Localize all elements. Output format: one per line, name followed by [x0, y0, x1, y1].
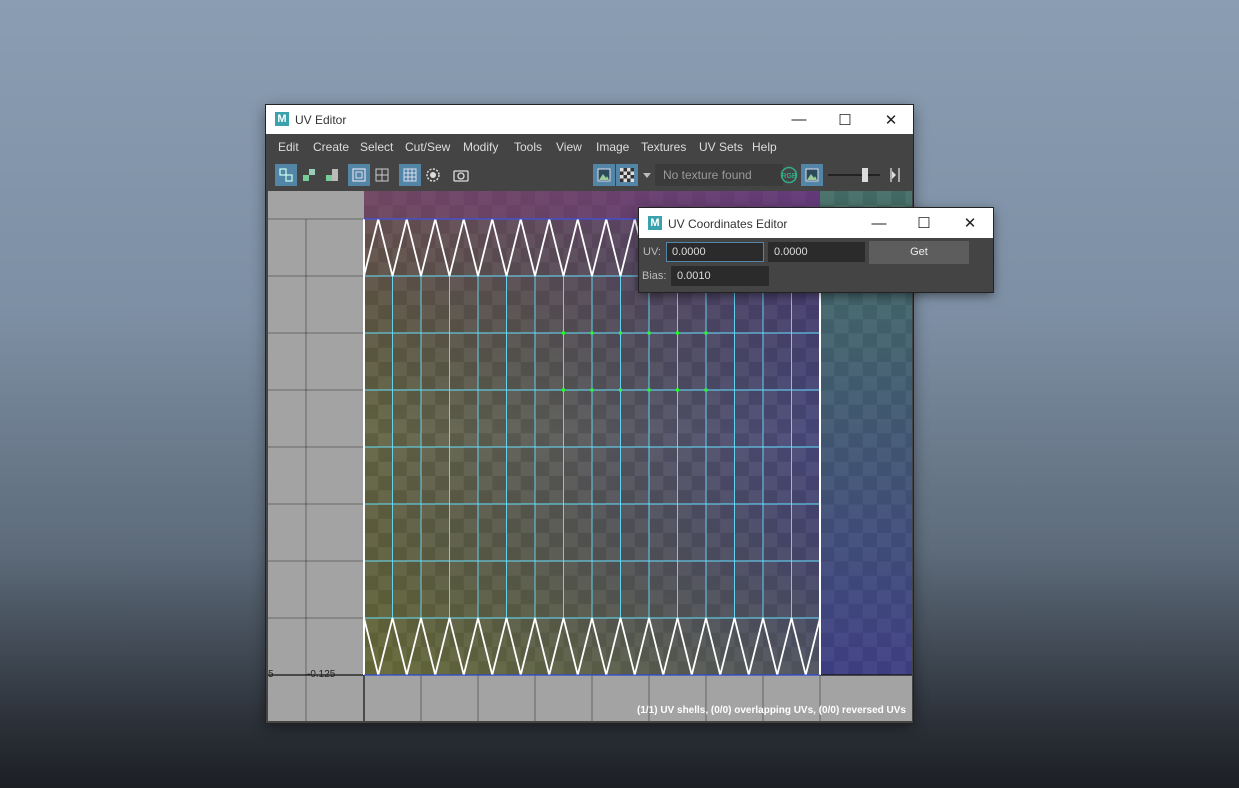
selected-uv-point	[590, 331, 594, 335]
minimize-icon[interactable]: —	[856, 208, 902, 238]
menu-modify[interactable]: Modify	[463, 140, 498, 154]
uv-shell-icon[interactable]	[275, 164, 297, 186]
tool-bar: No texture found RGB	[266, 159, 913, 191]
menu-help[interactable]: Help	[752, 140, 777, 154]
selected-uv-point	[590, 388, 594, 392]
status-text: (1/1) UV shells, (0/0) overlapping UVs, …	[637, 705, 906, 716]
selected-uv-point	[647, 388, 651, 392]
minimize-icon[interactable]: —	[776, 105, 822, 134]
uv-coordinates-dialog: M UV Coordinates Editor — ☐ ✕ UV: 0.0000…	[639, 208, 993, 292]
dialog-title-bar: M UV Coordinates Editor — ☐ ✕	[639, 208, 993, 238]
menu-view[interactable]: View	[556, 140, 582, 154]
texture-dropdown[interactable]: No texture found	[655, 164, 783, 186]
expand-toolbar-icon[interactable]	[885, 164, 903, 186]
dialog-title: UV Coordinates Editor	[668, 217, 788, 231]
selected-uv-point	[704, 388, 708, 392]
image-view-icon[interactable]	[801, 164, 823, 186]
selected-uv-point	[619, 331, 622, 335]
uv-editor-window: M UV Editor — ☐ ✕ Edit Create Select Cut…	[266, 105, 913, 723]
axis-label-left: 5	[268, 669, 274, 680]
rgb-channels-icon[interactable]: RGB	[778, 164, 800, 186]
menu-textures[interactable]: Textures	[641, 140, 686, 154]
uv-label: UV:	[643, 246, 661, 258]
grid-split-icon[interactable]	[371, 164, 393, 186]
selected-uv-point	[562, 388, 565, 392]
bias-field[interactable]: 0.0010	[671, 266, 769, 286]
menu-tools[interactable]: Tools	[514, 140, 542, 154]
grid-display-icon[interactable]	[399, 164, 421, 186]
v-value-field[interactable]: 0.0000	[768, 242, 865, 262]
axis-label-right: -0.125	[307, 669, 336, 680]
snapshot-camera-icon[interactable]	[450, 164, 472, 186]
selected-uv-point	[676, 331, 679, 335]
exposure-slider-track[interactable]	[828, 174, 880, 176]
close-icon[interactable]: ✕	[947, 208, 993, 238]
menu-create[interactable]: Create	[313, 140, 349, 154]
selected-uv-point	[619, 388, 622, 392]
checker-tiles-icon[interactable]	[616, 164, 638, 186]
selected-uv-point	[562, 331, 565, 335]
title-bar: M UV Editor — ☐ ✕	[266, 105, 913, 134]
menu-cut-sew[interactable]: Cut/Sew	[405, 140, 450, 154]
uv-select-icon[interactable]	[298, 164, 320, 186]
menu-bar: Edit Create Select Cut/Sew Modify Tools …	[266, 134, 913, 159]
maximize-icon[interactable]: ☐	[901, 208, 947, 238]
uv-face-icon[interactable]	[321, 164, 343, 186]
exposure-slider-handle[interactable]	[862, 168, 868, 182]
menu-edit[interactable]: Edit	[278, 140, 299, 154]
selected-uv-point	[704, 331, 708, 335]
menu-select[interactable]: Select	[360, 140, 393, 154]
window-title: UV Editor	[295, 113, 347, 127]
bias-label: Bias:	[642, 270, 667, 282]
u-value-field[interactable]: 0.0000	[666, 242, 764, 262]
selected-uv-point	[647, 331, 651, 335]
get-button[interactable]: Get	[869, 241, 969, 264]
selected-uv-point	[676, 388, 679, 392]
close-icon[interactable]: ✕	[868, 105, 914, 134]
image-display-icon[interactable]	[593, 164, 615, 186]
maya-logo-icon: M	[275, 112, 289, 126]
pivot-icon[interactable]	[422, 164, 444, 186]
svg-text:RGB: RGB	[781, 173, 797, 180]
menu-image[interactable]: Image	[596, 140, 629, 154]
grid-frame-icon[interactable]	[348, 164, 370, 186]
maximize-icon[interactable]: ☐	[822, 105, 868, 134]
chevron-down-icon[interactable]	[640, 164, 654, 186]
maya-logo-icon: M	[648, 216, 662, 230]
menu-uv-sets[interactable]: UV Sets	[699, 140, 743, 154]
